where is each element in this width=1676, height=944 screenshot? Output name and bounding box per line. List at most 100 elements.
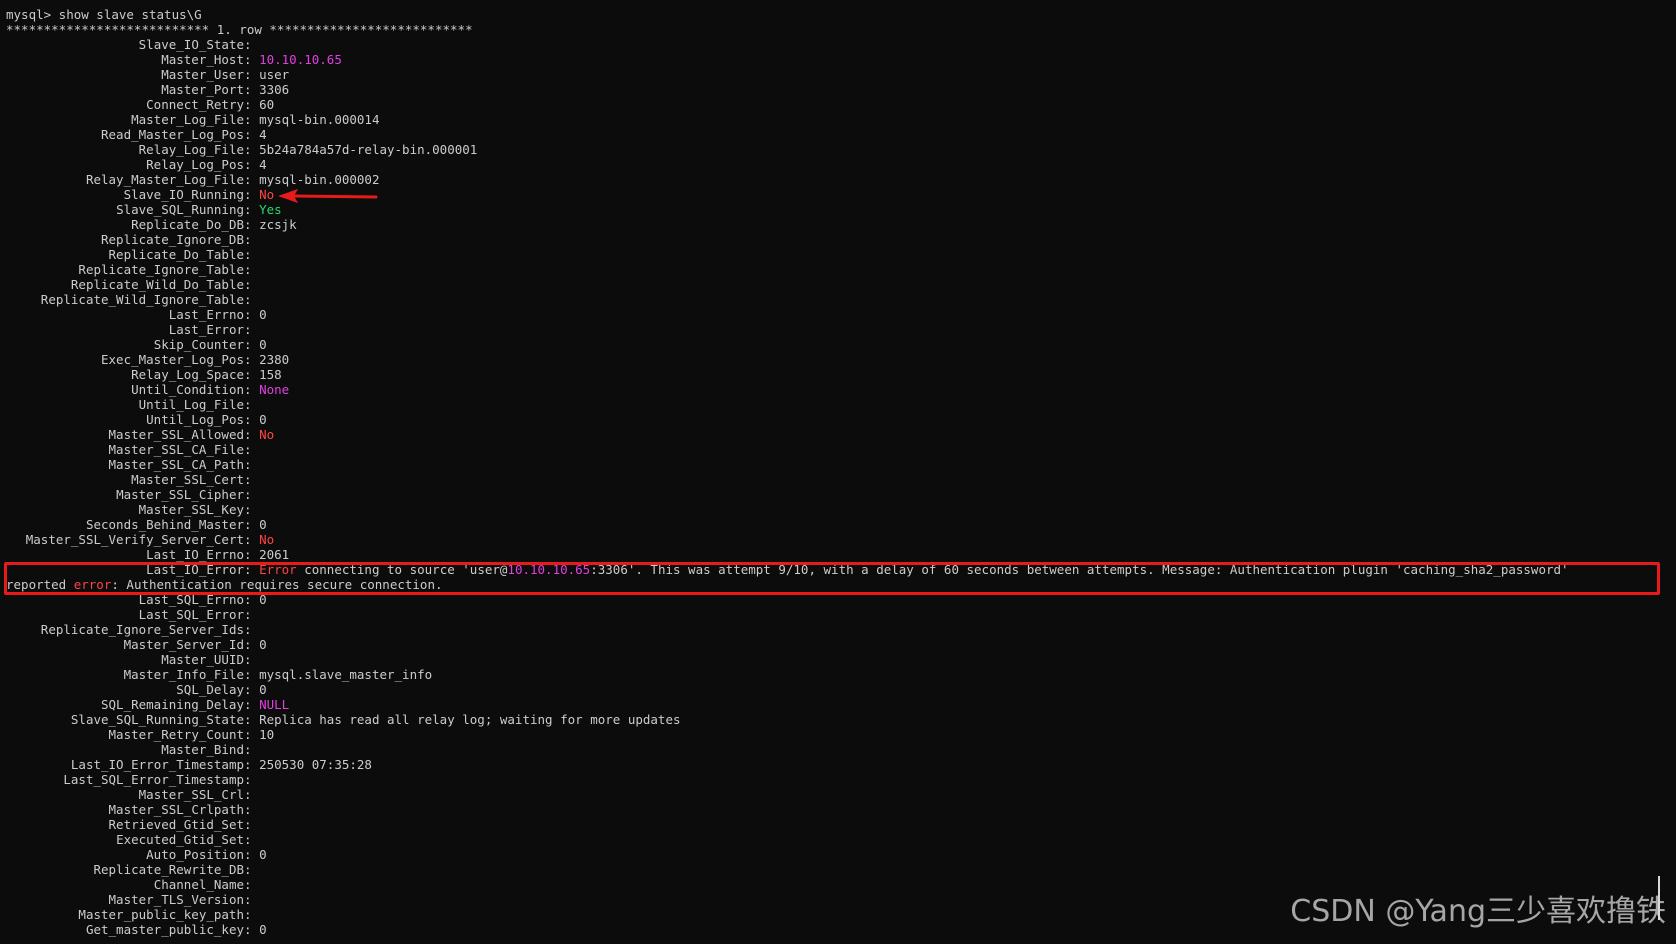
field-label: Replicate_Do_Table bbox=[108, 247, 244, 262]
field-label: Relay_Log_File bbox=[138, 142, 244, 157]
field-separator: : bbox=[244, 862, 260, 877]
field-label: Master_SSL_CA_Path bbox=[108, 457, 244, 472]
field-value: 0 bbox=[259, 307, 267, 322]
field-value: No bbox=[259, 427, 275, 442]
terminal-window[interactable]: mysql> show slave status\G **************… bbox=[0, 0, 1676, 944]
status-field-row: Master_Log_File: mysql-bin.000014 bbox=[6, 112, 1569, 127]
field-value: 0 bbox=[259, 517, 267, 532]
status-field-row: Auto_Position: 0 bbox=[6, 847, 1569, 862]
field-separator: : bbox=[244, 97, 260, 112]
field-separator: : bbox=[244, 412, 260, 427]
field-value: 250530 07:35:28 bbox=[259, 757, 372, 772]
field-label: Skip_Counter bbox=[153, 337, 244, 352]
status-field-row: Last_SQL_Error_Timestamp: bbox=[6, 772, 1569, 787]
field-label: Relay_Log_Space bbox=[131, 367, 244, 382]
field-label: Master_Retry_Count bbox=[108, 727, 244, 742]
field-label: Read_Master_Log_Pos bbox=[101, 127, 244, 142]
field-label: Master_SSL_Cert bbox=[131, 472, 244, 487]
field-value: 10.10.10.65 bbox=[259, 52, 342, 67]
field-value: mysql-bin.000002 bbox=[259, 172, 380, 187]
field-label: Retrieved_Gtid_Set bbox=[108, 817, 244, 832]
status-field-row: Slave_IO_Running: No bbox=[6, 187, 1569, 202]
field-value: 0 bbox=[259, 412, 267, 427]
status-field-row: Master_Bind: bbox=[6, 742, 1569, 757]
command-prompt: mysql> show slave status\G bbox=[6, 7, 202, 22]
field-label: Last_SQL_Error bbox=[138, 607, 244, 622]
field-label: Slave_IO_Running bbox=[123, 187, 244, 202]
field-separator: : bbox=[244, 367, 260, 382]
field-value: No bbox=[259, 532, 275, 547]
field-label: Slave_IO_State bbox=[138, 37, 244, 52]
status-field-row: Relay_Log_Space: 158 bbox=[6, 367, 1569, 382]
field-label: Replicate_Ignore_Table bbox=[78, 262, 244, 277]
field-label: Auto_Position bbox=[146, 847, 244, 862]
field-label: Last_SQL_Error_Timestamp bbox=[63, 772, 244, 787]
field-separator: : bbox=[244, 187, 260, 202]
watermark: CSDN @Yang三少喜欢撸铁 bbox=[1290, 894, 1666, 929]
status-field-row: Replicate_Rewrite_DB: bbox=[6, 862, 1569, 877]
field-label: Master_SSL_Cipher bbox=[116, 487, 244, 502]
field-separator: : bbox=[244, 532, 260, 547]
field-label: Master_public_key_path bbox=[78, 907, 244, 922]
io-error-text: error bbox=[73, 577, 112, 592]
field-separator: : bbox=[244, 652, 260, 667]
field-separator: : bbox=[244, 112, 260, 127]
field-separator: : bbox=[244, 67, 260, 82]
field-separator: : bbox=[244, 457, 260, 472]
field-label: Master_UUID bbox=[161, 652, 244, 667]
status-field-row: Master_Server_Id: 0 bbox=[6, 637, 1569, 652]
field-separator: : bbox=[244, 157, 260, 172]
field-label: Master_SSL_Crlpath bbox=[108, 802, 244, 817]
field-separator: : bbox=[244, 622, 260, 637]
status-field-row: Slave_IO_State: bbox=[6, 37, 1569, 52]
field-label: Master_Port bbox=[161, 82, 244, 97]
field-separator: : bbox=[244, 787, 260, 802]
field-value: 2061 bbox=[259, 547, 290, 562]
status-field-row: Replicate_Wild_Ignore_Table: bbox=[6, 292, 1569, 307]
field-separator: : bbox=[244, 217, 260, 232]
status-field-row: Master_User: user bbox=[6, 67, 1569, 82]
status-field-row: Master_SSL_CA_File: bbox=[6, 442, 1569, 457]
status-field-row: Slave_SQL_Running_State: Replica has rea… bbox=[6, 712, 1569, 727]
field-separator: : bbox=[244, 727, 260, 742]
field-separator: : bbox=[244, 547, 260, 562]
field-label: Until_Log_File bbox=[138, 397, 244, 412]
field-label: Replicate_Wild_Ignore_Table bbox=[40, 292, 244, 307]
status-field-row: Executed_Gtid_Set: bbox=[6, 832, 1569, 847]
field-label: Replicate_Ignore_DB bbox=[101, 232, 244, 247]
field-separator: : bbox=[244, 397, 260, 412]
status-field-row: Read_Master_Log_Pos: 4 bbox=[6, 127, 1569, 142]
field-label: Slave_SQL_Running_State bbox=[70, 712, 244, 727]
status-field-row: Last_SQL_Error: bbox=[6, 607, 1569, 622]
field-separator: : bbox=[244, 142, 260, 157]
io-error-text: reported bbox=[6, 577, 74, 592]
status-field-row: Master_SSL_CA_Path: bbox=[6, 457, 1569, 472]
status-field-row: Master_SSL_Cert: bbox=[6, 472, 1569, 487]
status-field-row: Relay_Master_Log_File: mysql-bin.000002 bbox=[6, 172, 1569, 187]
row-header-line: *************************** 1. row *****… bbox=[6, 22, 1569, 37]
field-value: 4 bbox=[259, 157, 267, 172]
status-field-row: Replicate_Wild_Do_Table: bbox=[6, 277, 1569, 292]
status-field-row: Exec_Master_Log_Pos: 2380 bbox=[6, 352, 1569, 367]
field-label: Replicate_Wild_Do_Table bbox=[70, 277, 244, 292]
field-label: Channel_Name bbox=[153, 877, 244, 892]
field-separator: : bbox=[244, 172, 260, 187]
field-label: Master_SSL_Crl bbox=[138, 787, 244, 802]
io-error-text: :3306'. This was attempt 9/10, with a de… bbox=[590, 562, 1569, 577]
status-field-row: Skip_Counter: 0 bbox=[6, 337, 1569, 352]
field-value: 2380 bbox=[259, 352, 290, 367]
field-separator: : bbox=[244, 277, 260, 292]
field-label: Relay_Master_Log_File bbox=[85, 172, 244, 187]
field-label: Master_SSL_Key bbox=[138, 502, 244, 517]
status-field-row: Last_IO_Errno: 2061 bbox=[6, 547, 1569, 562]
field-label: Master_SSL_Allowed bbox=[108, 427, 244, 442]
field-label: SQL_Remaining_Delay bbox=[101, 697, 244, 712]
status-field-row: Master_SSL_Cipher: bbox=[6, 487, 1569, 502]
status-field-row: Last_IO_Error: Error connecting to sourc… bbox=[6, 562, 1569, 577]
field-separator: : bbox=[244, 667, 260, 682]
field-label: Master_Host bbox=[161, 52, 244, 67]
field-separator: : bbox=[244, 637, 260, 652]
status-field-row: Master_SSL_Crlpath: bbox=[6, 802, 1569, 817]
field-label: Master_Server_Id bbox=[123, 637, 244, 652]
field-separator: : bbox=[244, 232, 260, 247]
